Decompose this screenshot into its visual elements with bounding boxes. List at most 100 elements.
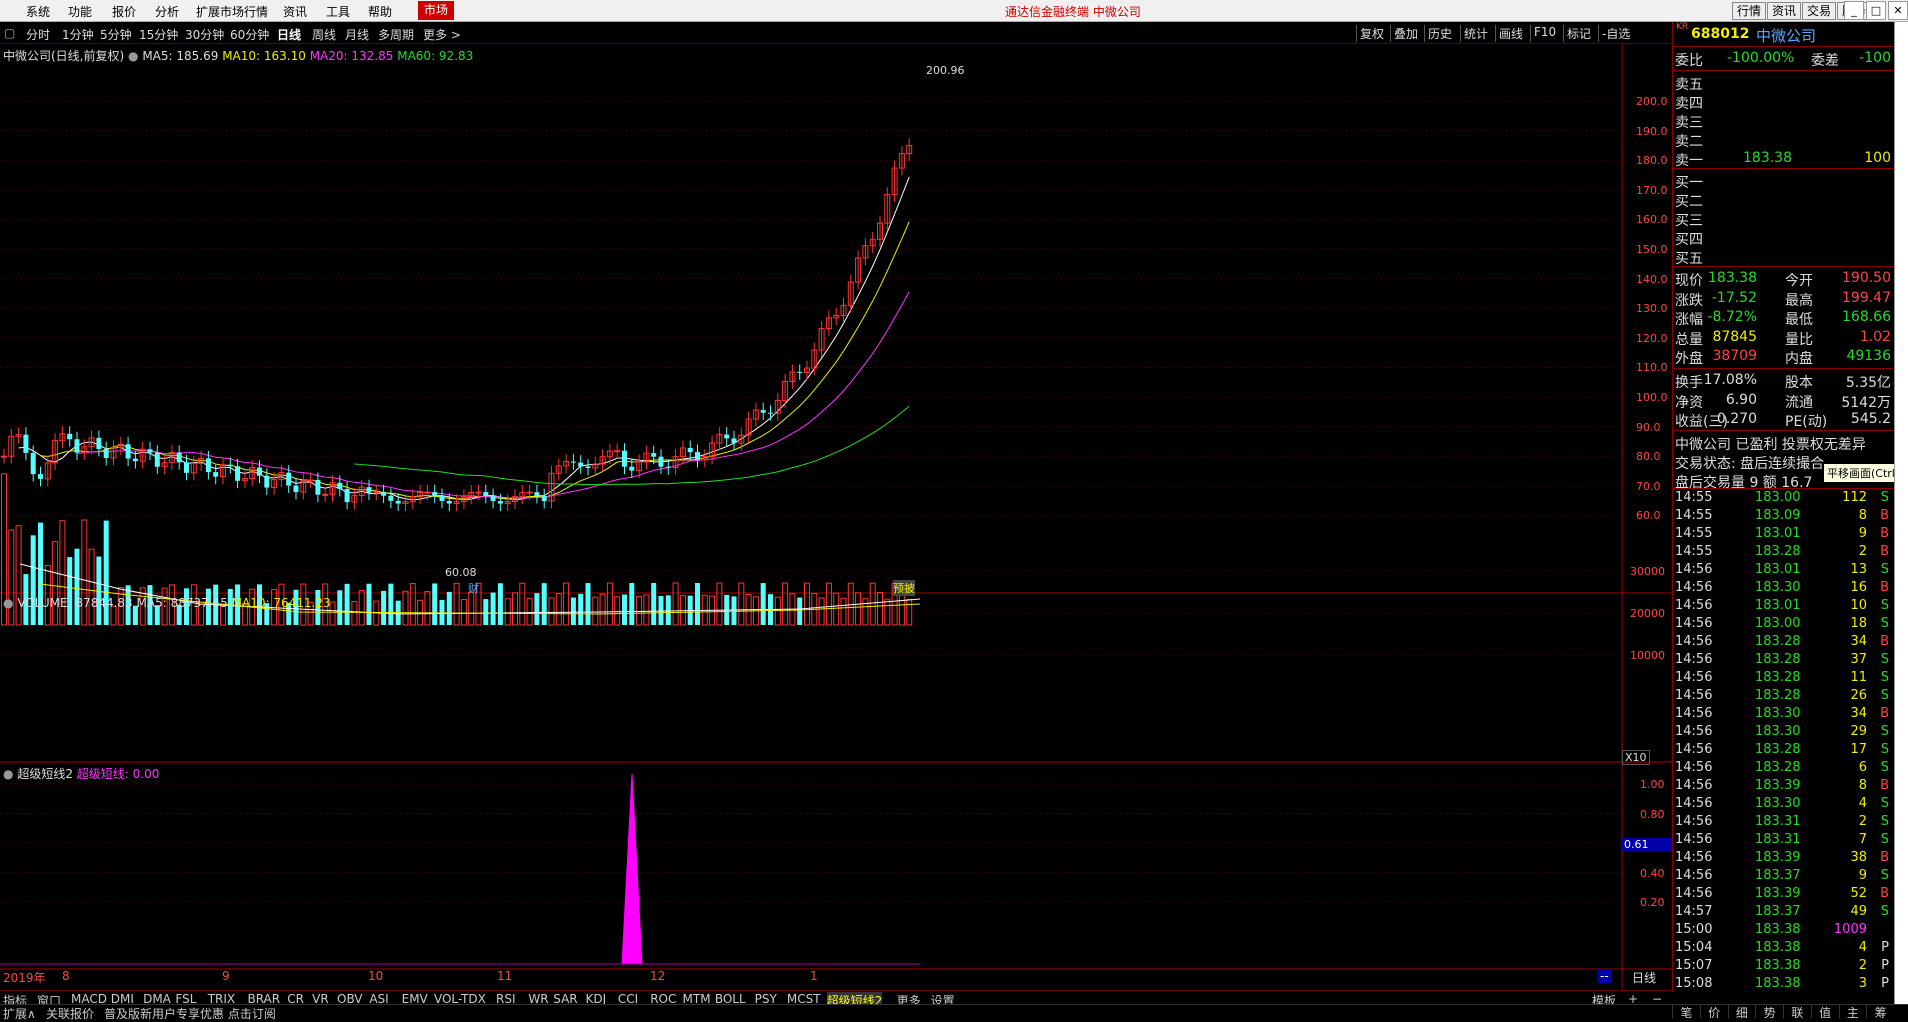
tick-time: 14:56 <box>1675 598 1713 613</box>
tick-volume: 2 <box>1858 958 1867 973</box>
btn-overlay[interactable]: 叠加 <box>1390 25 1421 42</box>
menu-market[interactable]: 市场 <box>418 1 455 20</box>
top-btn-market[interactable]: 行情 <box>1732 2 1767 20</box>
tick-volume: 8 <box>1858 778 1867 793</box>
menu-news[interactable]: 资讯 <box>283 3 307 20</box>
stat-label: 最低 <box>1785 312 1813 328</box>
settings-dot-icon[interactable]: ● <box>128 49 138 63</box>
menu-help[interactable]: 帮助 <box>368 3 392 20</box>
ask-row[interactable]: 卖五 <box>1673 74 1894 93</box>
top-btn-news[interactable]: 资讯 <box>1767 2 1802 20</box>
bid-row[interactable]: 买二 <box>1673 191 1894 210</box>
bid-row[interactable]: 买一 <box>1673 172 1894 191</box>
side-toolbar-strip[interactable] <box>1894 22 1908 1004</box>
quote-panel-tab[interactable]: 值 <box>1810 1004 1839 1020</box>
menu-quote[interactable]: 报价 <box>112 3 136 20</box>
stat-value: 17.08% <box>1703 372 1757 388</box>
tab-period-30min[interactable]: 30分钟 <box>185 26 224 43</box>
ask-row[interactable]: 卖三 <box>1673 112 1894 131</box>
bid-row[interactable]: 买四 <box>1673 229 1894 248</box>
menu-extended-market[interactable]: 扩展市场行情 <box>196 3 268 20</box>
maximize-icon[interactable]: □ <box>1866 1 1886 20</box>
tab-period-weekly[interactable]: 周线 <box>312 26 336 43</box>
menu-tools[interactable]: 工具 <box>326 3 350 20</box>
price-tick: 110.0 <box>1636 361 1668 375</box>
tick-price: 183.28 <box>1755 742 1801 757</box>
quote-stat-row: 现价 183.38 今开 190.50 <box>1673 270 1894 289</box>
tick-price: 183.01 <box>1755 562 1801 577</box>
tab-period-1min[interactable]: 1分钟 <box>62 26 94 43</box>
date-axis-period: 日线 <box>1632 971 1657 985</box>
menu-system[interactable]: 系统 <box>26 3 50 20</box>
tick-price: 183.39 <box>1755 778 1801 793</box>
minimize-icon[interactable]: _ <box>1844 1 1864 20</box>
tick-volume: 13 <box>1850 562 1867 577</box>
indicator-tick: 0.20 <box>1640 896 1665 909</box>
top-btn-trade[interactable]: 交易 <box>1802 2 1837 20</box>
btn-statistics[interactable]: 统计 <box>1460 25 1491 42</box>
tick-volume: 112 <box>1842 490 1867 505</box>
quote-panel-tab[interactable]: 价 <box>1699 1004 1728 1020</box>
subscribe-promo-link[interactable]: 普及版新用户专享优惠 点击订阅 <box>104 1005 276 1022</box>
indicator-tick: 0.80 <box>1640 807 1665 821</box>
tick-price: 183.28 <box>1755 652 1801 667</box>
quote-panel-tab[interactable]: 筹 <box>1866 1004 1894 1020</box>
close-icon[interactable]: ✕ <box>1888 1 1908 20</box>
tick-side: S <box>1880 598 1889 613</box>
quote-panel-tab[interactable]: 势 <box>1755 1004 1783 1020</box>
menu-function[interactable]: 功能 <box>68 3 92 20</box>
settings-dot-icon[interactable]: ● <box>3 596 13 610</box>
stat-label: 内盘 <box>1785 351 1813 367</box>
ask-row[interactable]: 卖四 <box>1673 93 1894 112</box>
menu-analysis[interactable]: 分析 <box>155 3 179 20</box>
tick-side: S <box>1880 616 1889 631</box>
tick-side: B <box>1880 544 1889 559</box>
quote-info: 盘后交易量 9 额 16.7 <box>1675 475 1813 491</box>
tab-period-more[interactable]: 更多 > <box>423 26 461 43</box>
expand-button[interactable]: 扩展∧ <box>3 1005 36 1022</box>
tab-period-daily[interactable]: 日线 <box>277 26 301 43</box>
btn-adjust[interactable]: 复权 <box>1356 25 1387 42</box>
ask-row[interactable]: 卖二 <box>1673 131 1894 150</box>
quote-panel-tab[interactable]: 细 <box>1727 1004 1756 1020</box>
quote-panel-tab[interactable]: 主 <box>1838 1004 1867 1020</box>
tick-time: 14:55 <box>1675 544 1713 559</box>
btn-f10[interactable]: F10 <box>1530 25 1559 42</box>
btn-draw-line[interactable]: 画线 <box>1495 25 1526 42</box>
tab-period-multi[interactable]: 多周期 <box>378 26 414 43</box>
price-tick: 90.0 <box>1636 420 1661 434</box>
quote-panel-tab[interactable]: 笔 <box>1672 1004 1700 1020</box>
forecast-marker[interactable]: 预披 <box>893 580 915 596</box>
tick-side: S <box>1880 562 1889 577</box>
tab-period-60min[interactable]: 60分钟 <box>230 26 269 43</box>
date-month-12: 12 <box>650 969 666 983</box>
bid-label: 买二 <box>1675 194 1703 210</box>
price-tick: 160.0 <box>1636 213 1668 227</box>
bid-label: 买一 <box>1675 175 1703 191</box>
weicha-label: 委差 <box>1811 53 1839 69</box>
btn-history[interactable]: 历史 <box>1424 25 1455 42</box>
tick-side: S <box>1880 814 1889 829</box>
bid-row[interactable]: 买三 <box>1673 210 1894 229</box>
tick-volume: 3 <box>1858 976 1867 991</box>
settings-dot-icon[interactable]: ● <box>3 767 13 781</box>
quote-info-row: 中微公司 已盈利 投票权无差异 <box>1673 434 1894 453</box>
bid-row[interactable]: 买五 <box>1673 248 1894 267</box>
tab-period-15min[interactable]: 15分钟 <box>139 26 178 43</box>
tick-price: 183.31 <box>1755 832 1801 847</box>
tab-period-monthly[interactable]: 月线 <box>345 26 369 43</box>
linked-quote-button[interactable]: 关联报价 <box>46 1005 94 1022</box>
scroll-indicator[interactable]: -- <box>1597 969 1612 983</box>
tab-period-5min[interactable]: 5分钟 <box>100 26 132 43</box>
btn-mark[interactable]: 标记 <box>1563 25 1594 42</box>
kline-chart-area[interactable] <box>0 44 1672 990</box>
btn-watchlist[interactable]: -自选 <box>1598 25 1633 42</box>
quote-panel-tab[interactable]: 联 <box>1783 1004 1811 1020</box>
finance-marker[interactable]: 财 <box>468 580 479 596</box>
ask-row[interactable]: 卖一 183.38 100 <box>1673 150 1894 169</box>
stat-label: 外盘 <box>1675 351 1703 367</box>
panel-toggle-icon[interactable]: ▢ <box>4 26 15 40</box>
tick-time: 14:56 <box>1675 652 1713 667</box>
tab-period-timeshare[interactable]: 分时 <box>26 26 50 43</box>
tick-row: 14:56 183.28 17 S <box>1673 742 1894 760</box>
